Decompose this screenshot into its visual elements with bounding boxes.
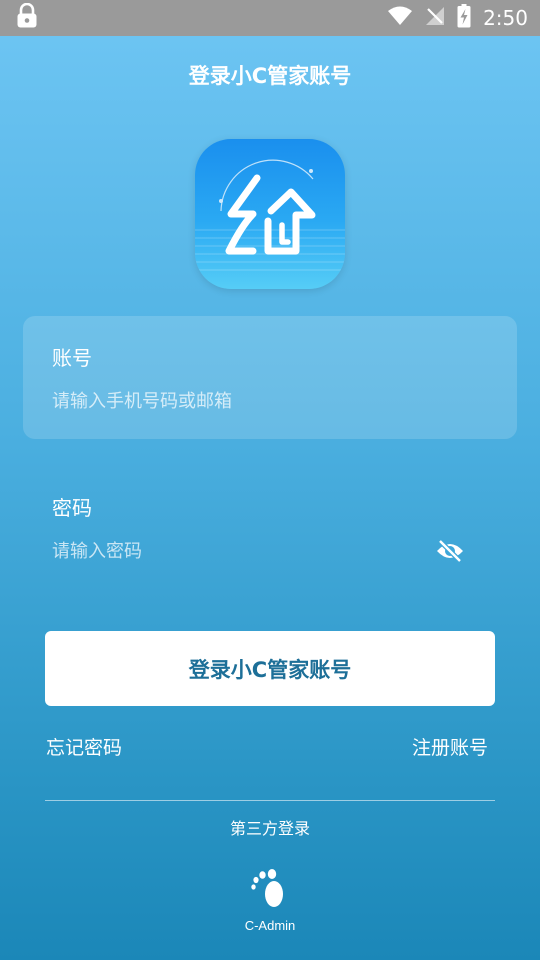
eye-off-icon [437,539,463,563]
status-time: 2:50 [483,6,528,30]
page-title: 登录小C管家账号 [188,64,352,88]
wifi-icon [387,6,413,30]
lock-icon [16,2,38,33]
account-input[interactable] [52,386,492,416]
third-party-label: 第三方登录 [229,819,310,838]
status-bar: 2:50 [0,0,540,36]
login-button[interactable]: 登录小C管家账号 [45,631,495,706]
provider-c-admin[interactable]: C-Admin [230,866,310,946]
footprint-icon [251,869,283,907]
register-link[interactable]: 注册账号 [412,733,488,760]
battery-charging-icon [457,4,471,32]
account-label: 账号 [52,346,92,370]
password-label: 密码 [52,496,92,520]
no-signal-icon [425,6,445,30]
status-left [16,2,38,33]
divider [45,800,495,801]
forgot-password-link[interactable]: 忘记密码 [46,733,122,760]
password-input[interactable] [52,536,422,566]
provider-name: C-Admin [244,918,296,933]
status-right: 2:50 [387,4,528,32]
password-visibility-toggle[interactable] [434,536,466,566]
account-card [23,316,517,439]
home-logo-icon [195,159,345,271]
app-logo [195,139,345,289]
